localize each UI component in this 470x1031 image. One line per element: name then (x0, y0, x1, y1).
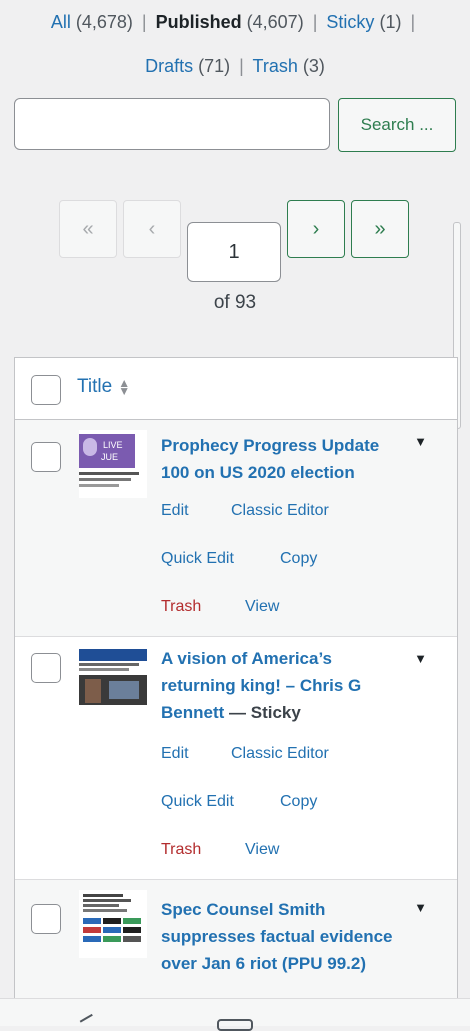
post-thumbnail[interactable] (79, 647, 147, 715)
filter-published-current[interactable]: Published (4,607) (156, 12, 304, 32)
title-column-label: Title (77, 376, 113, 397)
post-title-link[interactable]: Prophecy Progress Update 100 on US 2020 … (161, 432, 399, 486)
system-nav-bar (0, 998, 470, 1031)
filter-separator: | (312, 12, 318, 32)
trash-link[interactable]: Trash (161, 598, 201, 616)
filter-published-count: (4,607) (246, 12, 304, 32)
last-page-button[interactable]: » (351, 200, 409, 258)
search-box: Search ... (14, 98, 456, 152)
post-title-text: Prophecy Progress Update 100 on US 2020 … (161, 436, 380, 482)
status-filters: All (4,678) | Published (4,607) | Sticky… (0, 0, 470, 88)
total-pages-text: of 93 (213, 292, 257, 313)
svg-text:JUE: JUE (101, 452, 118, 462)
filter-separator: | (410, 12, 416, 32)
filter-drafts-label: Drafts (145, 56, 194, 76)
first-page-button[interactable]: « (59, 200, 117, 258)
quick-edit-link[interactable]: Quick Edit (161, 550, 234, 568)
row-toggle-icon[interactable]: ▼ (414, 434, 427, 449)
edit-link[interactable]: Edit (161, 502, 189, 520)
sort-icon: ▲ ▼ (118, 375, 131, 398)
post-title-text: Spec Counsel Smith suppresses factual ev… (161, 900, 393, 973)
post-title-link[interactable]: A vision of America’s returning king! – … (161, 645, 399, 726)
row-toggle-icon[interactable]: ▼ (414, 900, 427, 915)
view-link[interactable]: View (245, 598, 279, 616)
next-page-button[interactable]: › (287, 200, 345, 258)
filter-separator: | (141, 12, 147, 32)
quick-edit-link[interactable]: Quick Edit (161, 793, 234, 811)
table-row: LIVE JUE Prophecy Progress Update 100 on… (15, 420, 457, 637)
trash-link[interactable]: Trash (161, 841, 201, 859)
filter-trash-count: (3) (302, 56, 325, 76)
select-all-checkbox[interactable] (31, 375, 61, 405)
edit-link[interactable]: Edit (161, 745, 189, 763)
posts-table: Title ▲ ▼ LIVE JUE Prophecy Progress Updat… (14, 357, 458, 1011)
post-title-link[interactable]: Spec Counsel Smith suppresses factual ev… (161, 896, 399, 977)
filter-drafts-link[interactable]: Drafts (71) (145, 56, 230, 76)
filter-separator: | (239, 56, 244, 76)
filter-trash-label: Trash (252, 56, 298, 76)
search-button[interactable]: Search ... (338, 98, 456, 152)
copy-link[interactable]: Copy (280, 550, 317, 568)
back-icon[interactable] (79, 1013, 95, 1026)
row-checkbox[interactable] (31, 653, 61, 683)
prev-page-button[interactable]: ‹ (123, 200, 181, 258)
filter-sticky-count: (1) (379, 12, 402, 32)
row-toggle-icon[interactable]: ▼ (414, 651, 427, 666)
status-filters-row-1: All (4,678) | Published (4,607) | Sticky… (0, 0, 470, 44)
copy-link[interactable]: Copy (280, 793, 317, 811)
filter-trash-link[interactable]: Trash (3) (253, 56, 325, 76)
row-checkbox[interactable] (31, 442, 61, 472)
filter-sticky-label: Sticky (326, 12, 375, 32)
post-thumbnail[interactable] (79, 890, 147, 958)
title-column-header[interactable]: Title ▲ ▼ (77, 376, 130, 398)
view-link[interactable]: View (245, 841, 279, 859)
table-header: Title ▲ ▼ (15, 358, 457, 420)
filter-drafts-count: (71) (198, 56, 231, 76)
filter-all-link[interactable]: All (4,678) (51, 12, 133, 32)
filter-published-label: Published (155, 12, 242, 32)
post-state-label: — Sticky (229, 703, 301, 722)
filter-all-count: (4,678) (75, 12, 133, 32)
status-filters-row-2: Drafts (71) | Trash (3) (0, 44, 470, 88)
search-input[interactable] (14, 98, 330, 150)
filter-all-label: All (50, 12, 71, 32)
table-row: Spec Counsel Smith suppresses factual ev… (15, 880, 457, 1010)
svg-text:LIVE: LIVE (103, 440, 123, 450)
classic-editor-link[interactable]: Classic Editor (231, 745, 329, 763)
classic-editor-link[interactable]: Classic Editor (231, 502, 329, 520)
home-icon[interactable] (217, 1019, 253, 1031)
post-thumbnail[interactable]: LIVE JUE (79, 430, 147, 498)
table-row: A vision of America’s returning king! – … (15, 637, 457, 880)
filter-sticky-link[interactable]: Sticky (1) (326, 12, 401, 32)
current-page-input[interactable]: 1 (187, 222, 281, 282)
row-checkbox[interactable] (31, 904, 61, 934)
